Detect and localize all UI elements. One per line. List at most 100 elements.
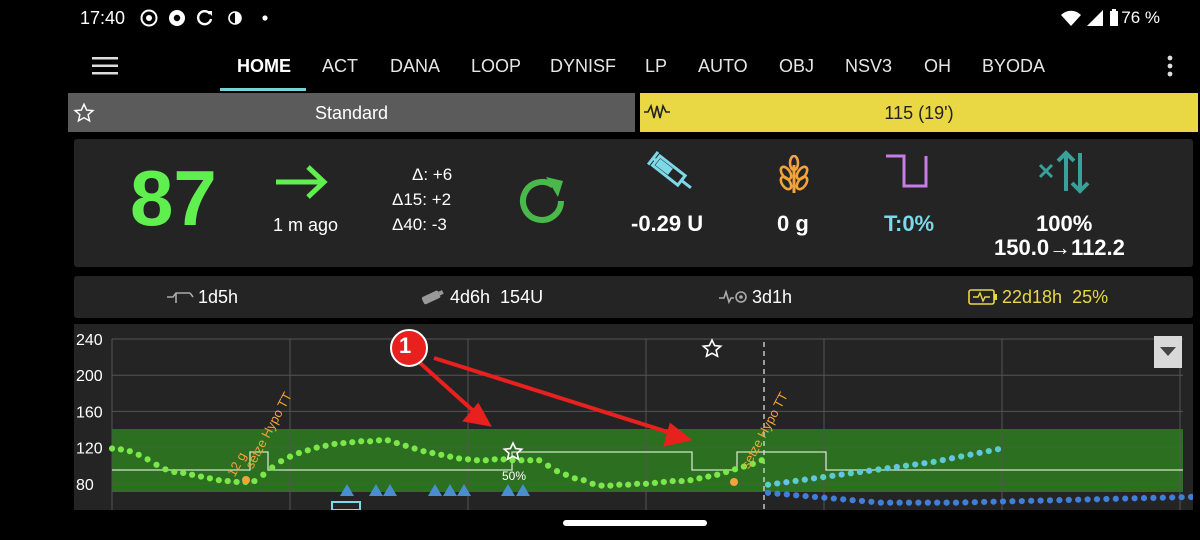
- bg-point: [660, 478, 667, 486]
- prediction-point: [866, 467, 873, 474]
- pump-battery-icon: [968, 289, 997, 305]
- bg-point: [464, 456, 472, 463]
- bg-point: [571, 475, 578, 482]
- status-time: 17:40: [80, 8, 126, 28]
- bg-point: [411, 445, 418, 452]
- bg-age: 1 m ago: [273, 215, 339, 235]
- delta40: Δ40: -3: [392, 215, 447, 234]
- prediction-point: [830, 495, 837, 502]
- overflow-menu-icon[interactable]: [1166, 54, 1174, 78]
- carbs-icon[interactable]: [777, 155, 811, 195]
- prediction-point: [1018, 497, 1025, 505]
- bg-point: [375, 437, 383, 444]
- bg-point: [402, 442, 409, 449]
- sensor-age[interactable]: 3d1h: [752, 287, 792, 308]
- autosens-range[interactable]: 150.0→112.2: [994, 235, 1125, 261]
- syringe-icon[interactable]: [644, 149, 700, 197]
- bg-point: [527, 457, 534, 464]
- tab-dynisf[interactable]: DYNISF: [550, 56, 616, 77]
- bg-point: [714, 471, 721, 478]
- status-bar: 17:40 76 %: [0, 0, 1200, 36]
- autosens-icon[interactable]: [1036, 147, 1096, 197]
- tab-lp[interactable]: LP: [645, 56, 667, 77]
- bg-point: [367, 438, 374, 445]
- prediction-point: [1131, 495, 1138, 502]
- y-tick-label: 200: [76, 368, 103, 385]
- prediction-point: [921, 460, 928, 467]
- tab-nsv3[interactable]: NSV3: [845, 56, 892, 77]
- prediction-point: [912, 461, 919, 468]
- prediction-point: [902, 462, 910, 469]
- tab-home[interactable]: HOME: [237, 56, 291, 77]
- dot-icon: [262, 15, 268, 21]
- profile-button[interactable]: Standard: [68, 93, 635, 132]
- bg-point: [384, 437, 391, 444]
- bg-point: [651, 479, 659, 486]
- loop-icon[interactable]: [512, 171, 572, 231]
- temp-basal-icon[interactable]: [883, 153, 929, 189]
- bg-point: [197, 473, 205, 480]
- tab-dana[interactable]: DANA: [390, 56, 440, 77]
- bg-point: [295, 449, 302, 457]
- bg-point: [340, 439, 347, 447]
- temp-target-button[interactable]: 115 (19'): [640, 93, 1198, 132]
- bg-point: [616, 481, 623, 488]
- smb-percent-label: 50%: [502, 469, 527, 483]
- prediction-point: [801, 476, 808, 483]
- bg-point: [545, 462, 552, 469]
- prediction-point: [783, 491, 790, 498]
- prediction-point: [1028, 497, 1035, 504]
- prediction-point: [915, 499, 922, 506]
- bg-point: [482, 457, 489, 464]
- wifi-icon: [1061, 10, 1081, 26]
- prediction-point: [990, 498, 997, 505]
- cannula-age[interactable]: 1d5h: [198, 287, 238, 308]
- bg-point: [473, 457, 480, 464]
- tab-byoda[interactable]: BYODA: [982, 56, 1045, 77]
- bg-graph[interactable]: 240 200 160 120 80 1 50% 12 g setze Hypo…: [74, 324, 1195, 511]
- bolus-marker: [331, 501, 361, 511]
- active-tab-indicator: [220, 88, 306, 91]
- bg-point: [429, 449, 436, 457]
- tab-oh[interactable]: OH: [924, 56, 951, 77]
- gesture-nav-bar[interactable]: [563, 520, 707, 526]
- tab-act[interactable]: ACT: [322, 56, 358, 77]
- tab-loop[interactable]: LOOP: [471, 56, 521, 77]
- prediction-point: [999, 498, 1007, 505]
- prediction-point: [994, 446, 1002, 453]
- bg-point: [278, 458, 285, 465]
- prediction-point: [1122, 495, 1129, 502]
- prediction-point: [1159, 494, 1166, 501]
- prediction-point: [1056, 497, 1063, 504]
- pump-battery-age[interactable]: 22d18h 25%: [1002, 287, 1108, 308]
- menu-icon[interactable]: [92, 56, 118, 76]
- prediction-point: [858, 497, 866, 505]
- prediction-point: [1112, 495, 1119, 502]
- prediction-point: [1187, 493, 1195, 501]
- tab-auto[interactable]: AUTO: [698, 56, 748, 77]
- bg-point: [562, 471, 569, 478]
- insulin-age[interactable]: 4d6h 154U: [450, 287, 543, 308]
- autosens-percent[interactable]: 100%: [1036, 211, 1092, 237]
- prediction-point: [856, 468, 864, 476]
- bg-point: [438, 451, 445, 458]
- prediction-point: [849, 497, 856, 504]
- bg-point: [456, 455, 463, 462]
- bg-point: [447, 453, 454, 460]
- bg-point: [260, 471, 267, 478]
- bg-point: [180, 469, 187, 477]
- prediction-point: [868, 498, 875, 505]
- prediction-point: [893, 463, 900, 471]
- prediction-point: [981, 498, 988, 506]
- battery-icon: [1110, 9, 1118, 26]
- tab-obj[interactable]: OBJ: [779, 56, 814, 77]
- cob-value[interactable]: 0 g: [777, 211, 809, 237]
- signal-icon: [1087, 10, 1103, 26]
- bg-point: [598, 482, 605, 489]
- prediction-point: [1169, 494, 1176, 501]
- iob-value[interactable]: -0.29 U: [631, 211, 703, 237]
- arrow-right-icon: [276, 165, 328, 199]
- temp-basal-value[interactable]: T:0%: [884, 211, 934, 237]
- prediction-point: [958, 453, 965, 460]
- prediction-point: [1046, 497, 1054, 504]
